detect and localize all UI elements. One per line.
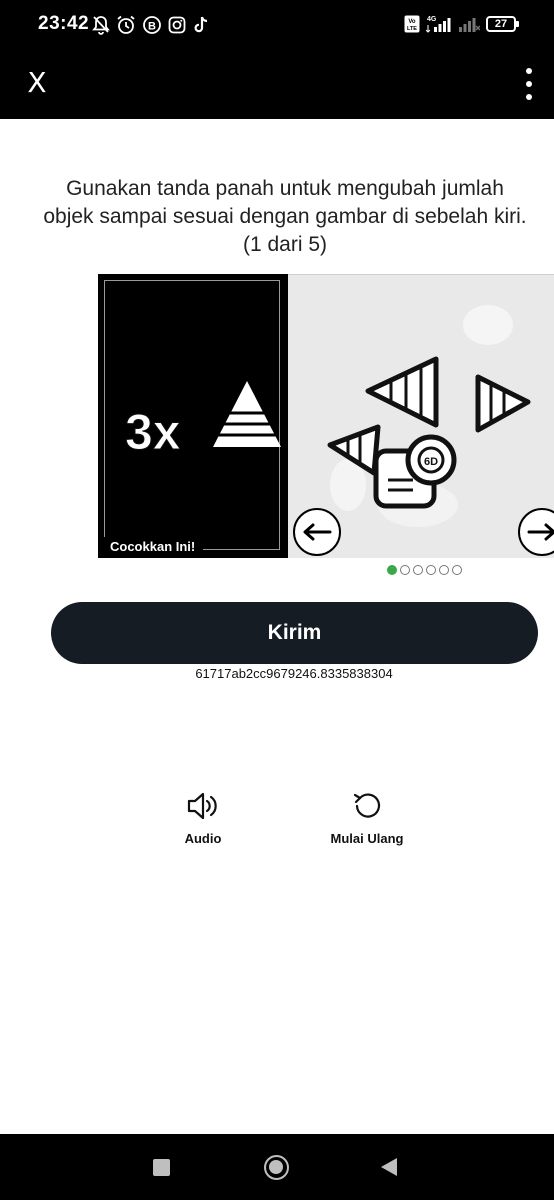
back-icon[interactable] [381, 1158, 397, 1176]
pagination-dot-5[interactable] [439, 565, 449, 575]
signal-4g-icon: 4G [426, 14, 452, 34]
pagination-dot-3[interactable] [413, 565, 423, 575]
close-button[interactable]: X [20, 66, 54, 100]
status-icons-left: B [92, 14, 210, 36]
reference-count-text: 3x [125, 404, 181, 460]
b-app-icon: B [142, 15, 162, 35]
signal-weak-icon [458, 15, 480, 33]
status-icons-right: Vo LTE 4G 27 [404, 12, 519, 36]
volte-icon: Vo LTE [404, 15, 420, 33]
more-options-icon[interactable] [522, 64, 536, 104]
speaker-icon [187, 792, 217, 820]
svg-text:6D: 6D [424, 456, 438, 468]
alarm-icon [116, 15, 136, 35]
match-label: Cocokkan Ini! [100, 537, 204, 556]
svg-text:B: B [148, 21, 156, 33]
home-icon[interactable] [264, 1155, 289, 1180]
app-bar: X [0, 50, 554, 119]
tiktok-icon [192, 15, 210, 35]
instagram-icon [168, 16, 186, 34]
audio-button[interactable]: Audio [148, 790, 258, 846]
pagination-dot-6[interactable] [452, 565, 462, 575]
status-time: 23:42 [38, 13, 90, 34]
status-bar: 23:42 B Vo LTE 4G 27 [0, 0, 554, 50]
pagination-dots [387, 565, 462, 575]
pagination-dot-1[interactable] [387, 565, 397, 575]
restart-label: Mulai Ulang [330, 831, 404, 846]
navigation-bar [0, 1134, 554, 1200]
bell-off-icon [92, 15, 110, 35]
previous-arrow-button[interactable] [293, 508, 341, 556]
arrow-right-icon [527, 523, 554, 541]
cone-shape-2 [475, 374, 531, 433]
pagination-dot-4[interactable] [426, 565, 436, 575]
match-reference-panel: 3x Cocokkan Ini! [98, 274, 288, 558]
match-reference-frame: 3x [104, 280, 281, 550]
instruction-text: Gunakan tanda panah untuk mengubah jumla… [43, 177, 527, 256]
cone-icon [213, 381, 281, 447]
restart-button[interactable]: Mulai Ulang [312, 790, 422, 846]
reference-image: 3x [125, 381, 281, 461]
cone-shape-1 [365, 356, 439, 428]
restart-icon [353, 793, 381, 818]
svg-text:Vo: Vo [408, 19, 416, 25]
submit-button[interactable]: Kirim [51, 602, 538, 664]
recents-icon[interactable] [153, 1159, 170, 1176]
audio-label: Audio [184, 831, 222, 846]
arrow-left-icon [303, 523, 332, 541]
pagination-dot-2[interactable] [400, 565, 410, 575]
svg-text:LTE: LTE [407, 26, 417, 32]
captcha-widget: 3x Cocokkan Ini! 6D [98, 274, 554, 558]
session-id: 61717ab2cc9679246.8335838304 [195, 666, 393, 681]
svg-text:4G: 4G [427, 16, 437, 23]
battery-indicator: 27 [486, 16, 519, 32]
